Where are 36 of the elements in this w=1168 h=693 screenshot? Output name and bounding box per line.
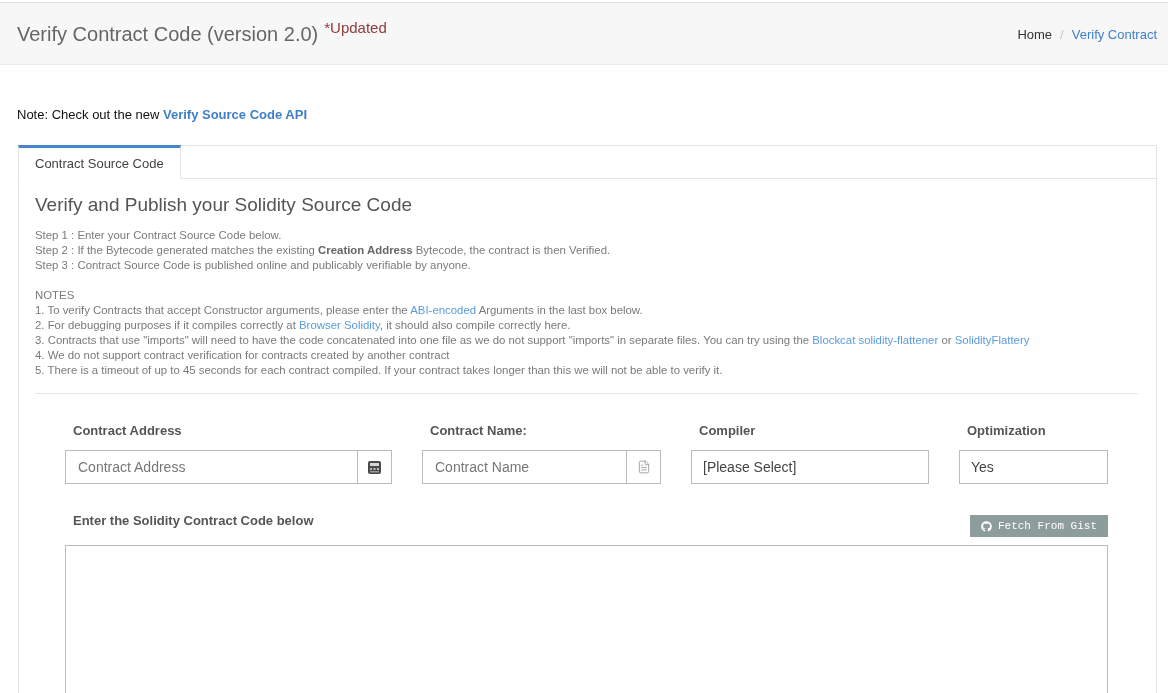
field-label: Compiler xyxy=(698,423,757,439)
breadcrumb-link[interactable]: Verify Contract xyxy=(1071,27,1157,42)
note-text: Note: Check out the new Verify Source Code API xyxy=(17,107,308,122)
field-label: Contract Address xyxy=(72,423,183,439)
note-item: 3. Contracts that use "imports" will need to have the code concatenated into one file as we do not support "imports" in separate files. You can try using the Blockcat solidity-flattener or SolidityFlattery xyxy=(35,333,1031,348)
field-label: Optimization xyxy=(966,423,1047,439)
updated-note: *Updated xyxy=(324,18,387,37)
step-text: Step 3 : Contract Source Code is published online and publicably verifiable by anyone. xyxy=(35,258,472,273)
document-icon xyxy=(636,460,651,474)
section-heading: Verify and Publish your Solidity Source Code xyxy=(35,193,414,217)
github-icon xyxy=(980,520,992,532)
note-item: 5. There is a timeout of up to 45 seconds for each contract compiled. If your contract takes longer than this we will not be able to verify it. xyxy=(35,363,724,378)
code-textarea[interactable] xyxy=(65,545,1108,693)
breadcrumb-link[interactable]: Home xyxy=(1017,27,1053,42)
notes-title: NOTES xyxy=(35,288,76,303)
inline-link[interactable]: Browser Solidity xyxy=(299,319,380,331)
api-link[interactable]: Verify Source Code API xyxy=(163,107,307,122)
code-label: Enter the Solidity Contract Code below xyxy=(72,513,314,529)
step-text: Step 2 : If the Bytecode generated matches the existing Creation Address Bytecode, the contract is then Verified. xyxy=(35,243,612,258)
field-label: Contract Name: xyxy=(429,423,528,439)
tab[interactable]: Contract Source Code xyxy=(18,145,181,179)
select-field[interactable]: [Please Select] xyxy=(691,450,929,484)
inline-link[interactable]: Blockcat solidity-flattener xyxy=(812,334,939,346)
fetch-gist-button[interactable]: Fetch From Gist xyxy=(969,515,1108,537)
text-input[interactable]: Contract Address xyxy=(65,450,358,484)
note-item: 2. For debugging purposes if it compiles correctly at Browser Solidity, it should also compile correctly here. xyxy=(35,318,572,333)
card-icon xyxy=(368,460,381,474)
text-input[interactable]: Contract Name xyxy=(422,450,627,484)
inline-link[interactable]: ABI-encoded xyxy=(410,304,477,316)
breadcrumb-separator: / xyxy=(1060,27,1064,42)
inline-link[interactable]: SolidityFlattery xyxy=(954,334,1030,346)
step-text: Step 1 : Enter your Contract Source Code below. xyxy=(35,228,283,243)
select-field[interactable]: Yes xyxy=(959,450,1108,484)
note-item: 4. We do not support contract verification for contracts created by another contract xyxy=(35,348,451,363)
page-title: Verify Contract Code (version 2.0) xyxy=(17,21,319,46)
note-item: 1. To verify Contracts that accept Constructor arguments, please enter the ABI-encoded Arguments in the last box below. xyxy=(35,303,644,318)
